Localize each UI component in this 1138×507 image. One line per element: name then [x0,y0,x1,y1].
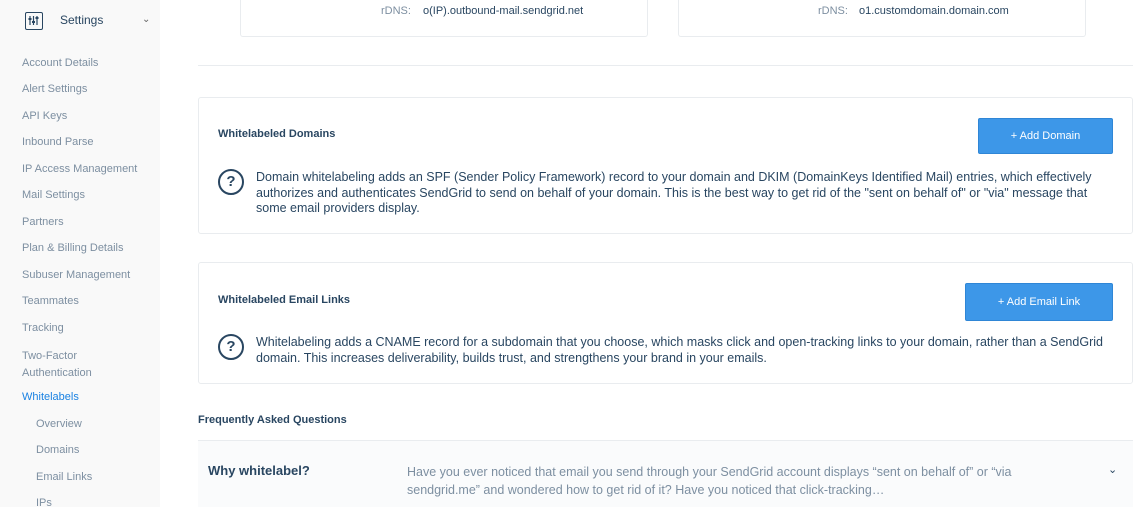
sidebar-item-alert-settings[interactable]: Alert Settings [22,83,87,95]
rdns-label: rDNS: [818,5,848,17]
help-icon: ? [218,169,244,195]
card-description: Domain whitelabeling adds an SPF (Sender… [256,170,1092,215]
card-title: Whitelabeled Email Links [218,294,351,306]
settings-menu-header[interactable]: Settings ⌄ [0,0,160,42]
sidebar-item-subuser-management[interactable]: Subuser Management [22,269,130,281]
rdns-value: o(IP).outbound-mail.sendgrid.net [423,5,584,17]
sidebar-item-two-factor[interactable]: Two-Factor Authentication [22,348,147,382]
sidebar-item-partners[interactable]: Partners [22,216,64,228]
sidebar-item-plan-billing[interactable]: Plan & Billing Details [22,242,124,254]
sliders-icon [25,12,43,30]
faq-answer: Have you ever noticed that email you sen… [407,465,1012,497]
sidebar-item-inbound-parse[interactable]: Inbound Parse [22,136,94,148]
whitelabeled-email-links-card: Whitelabeled Email Links + Add Email Lin… [198,262,1133,384]
sidebar-subitem-ips[interactable]: IPs [36,497,52,507]
sidebar-subitem-domains[interactable]: Domains [36,444,79,456]
main-content: rDNS: o(IP).outbound-mail.sendgrid.net r… [160,0,1138,507]
sidebar-item-ip-access-management[interactable]: IP Access Management [22,163,137,175]
faq-heading: Frequently Asked Questions [198,414,347,426]
add-email-link-button[interactable]: + Add Email Link [965,283,1113,321]
section-divider [198,65,1133,66]
sidebar-item-teammates[interactable]: Teammates [22,295,79,307]
rdns-card-default: rDNS: o(IP).outbound-mail.sendgrid.net [240,0,648,37]
rdns-label: rDNS: [381,5,411,17]
rdns-value: o1.customdomain.domain.com [859,5,1009,17]
whitelabeled-domains-card: Whitelabeled Domains + Add Domain ? Doma… [198,97,1133,234]
rdns-card-custom: rDNS: o1.customdomain.domain.com [678,0,1086,37]
sidebar-item-tracking[interactable]: Tracking [22,322,64,334]
faq-question: Why whitelabel? [208,463,310,478]
faq-item[interactable]: Why whitelabel? Have you ever noticed th… [198,441,1133,507]
settings-sidebar: Settings ⌄ Account Details Alert Setting… [0,0,160,507]
sidebar-subitem-email-links[interactable]: Email Links [36,471,92,483]
chevron-down-icon[interactable]: ⌄ [1108,463,1117,476]
chevron-down-icon[interactable]: ⌄ [142,14,150,25]
sidebar-item-api-keys[interactable]: API Keys [22,110,67,122]
sidebar-item-account-details[interactable]: Account Details [22,57,98,69]
card-title: Whitelabeled Domains [218,128,336,140]
sidebar-item-mail-settings[interactable]: Mail Settings [22,189,85,201]
settings-title: Settings [60,13,104,27]
help-icon: ? [218,334,244,360]
add-domain-button[interactable]: + Add Domain [978,118,1113,154]
sidebar-subitem-overview[interactable]: Overview [36,418,82,430]
card-description: Whitelabeling adds a CNAME record for a … [256,335,1103,365]
sidebar-item-whitelabels[interactable]: Whitelabels [22,391,79,403]
